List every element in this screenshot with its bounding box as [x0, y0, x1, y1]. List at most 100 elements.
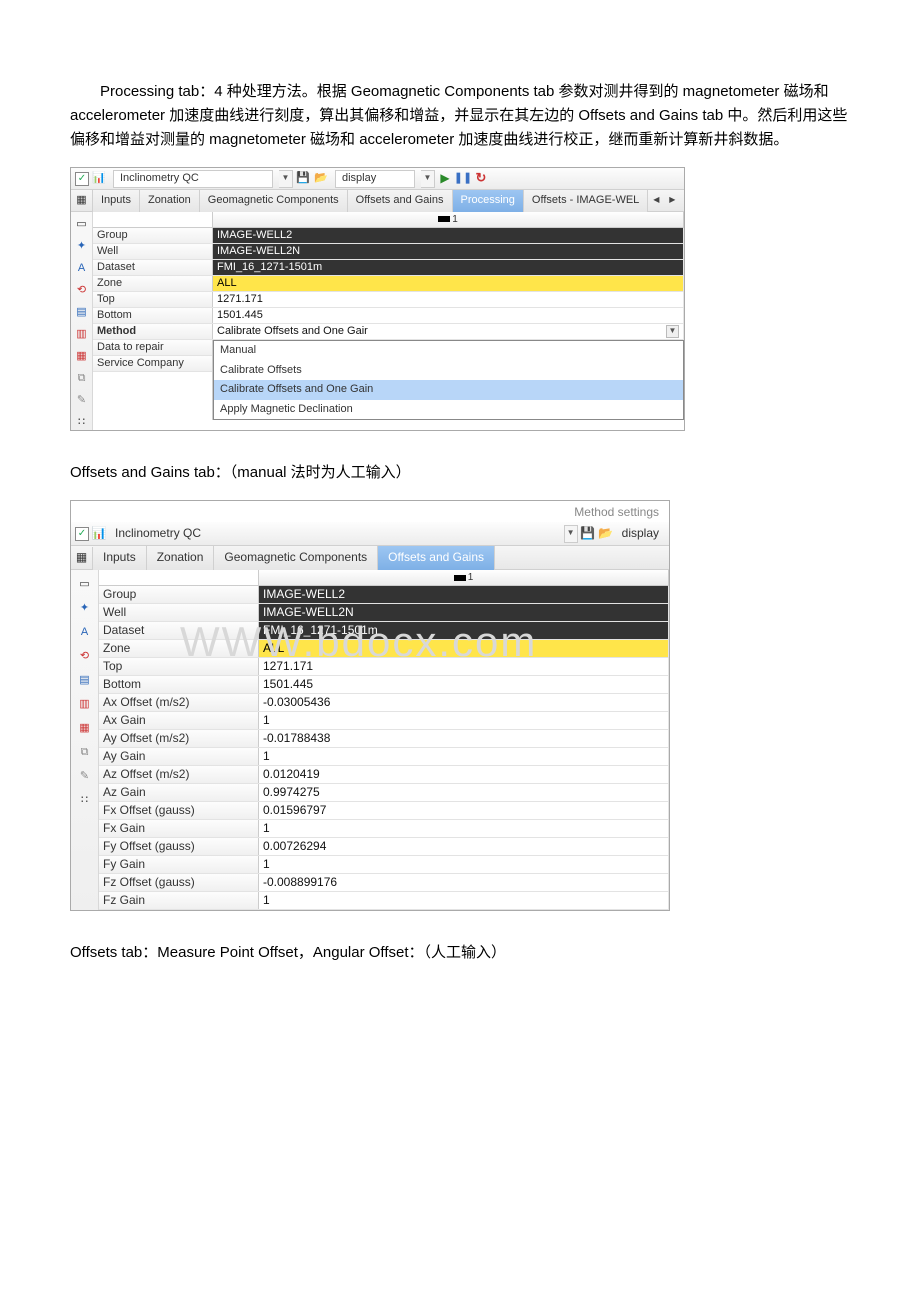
side-icon[interactable]: ▭ — [78, 578, 92, 592]
checkbox-icon[interactable]: ✓ — [75, 172, 89, 186]
row-label: Group — [99, 586, 259, 603]
side-icon[interactable]: ⟲ — [78, 650, 92, 664]
tab-geomagnetic[interactable]: Geomagnetic Components — [200, 190, 348, 212]
tab-offsets-image[interactable]: Offsets - IMAGE-WEL — [524, 190, 648, 212]
row-label: Group — [93, 228, 213, 243]
row-value[interactable]: 0.0120419 — [259, 766, 669, 783]
folder-icon[interactable]: 📂 — [313, 171, 329, 187]
side-icon[interactable]: ▤ — [78, 674, 92, 688]
col-1-header[interactable]: 1 — [259, 570, 669, 585]
row-value[interactable]: 1 — [259, 856, 669, 873]
row-value[interactable]: IMAGE-WELL2 — [213, 228, 684, 243]
scroll-left-icon[interactable]: ◀ — [648, 190, 664, 212]
row-value[interactable]: 1 — [259, 892, 669, 909]
row-value[interactable]: 0.9974275 — [259, 784, 669, 801]
dropdown-icon[interactable]: ▼ — [279, 170, 293, 188]
side-icon[interactable]: ⧉ — [75, 372, 89, 386]
dropdown-item[interactable]: Calibrate Offsets and One Gain — [214, 380, 683, 400]
dropdown-item[interactable]: Apply Magnetic Declination — [214, 400, 683, 420]
table-row: DatasetFMI_16_1271-1501m — [99, 622, 669, 640]
dropdown-item[interactable]: Manual — [214, 341, 683, 361]
save-icon[interactable]: 💾 — [580, 526, 596, 542]
row-value[interactable]: 1 — [259, 712, 669, 729]
row-label: Fy Gain — [99, 856, 259, 873]
row-value[interactable]: -0.008899176 — [259, 874, 669, 891]
grid-table: 1 Group IMAGE-WELL2 Well IMAGE-WELL2N Da… — [93, 212, 684, 430]
chevron-down-icon[interactable]: ▼ — [666, 325, 679, 338]
tab-inputs[interactable]: Inputs — [93, 190, 140, 212]
tab-offsets-gains[interactable]: Offsets and Gains — [378, 546, 495, 570]
side-icon[interactable]: ▭ — [75, 218, 89, 232]
col-1-header[interactable]: 1 — [213, 212, 684, 227]
side-icon[interactable]: ⧉ — [78, 746, 92, 760]
table-row: Fy Offset (gauss)0.00726294 — [99, 838, 669, 856]
method-dropdown[interactable]: Calibrate Offsets and One Gair ▼ — [213, 324, 684, 339]
tab-processing[interactable]: Processing — [453, 190, 524, 212]
tab-geomagnetic[interactable]: Geomagnetic Components — [214, 546, 378, 570]
tab-inputs[interactable]: Inputs — [93, 546, 147, 570]
folder-icon[interactable]: 📂 — [598, 526, 614, 542]
row-value[interactable]: 1 — [259, 748, 669, 765]
column-header: 1 — [93, 212, 684, 228]
row-value[interactable]: 0.00726294 — [259, 838, 669, 855]
side-icon[interactable]: ✦ — [75, 240, 89, 254]
pause-icon[interactable]: ❚❚ — [455, 171, 471, 187]
side-icon[interactable]: ▥ — [78, 698, 92, 712]
table-row: Bottom1501.445 — [99, 676, 669, 694]
dropdown-icon[interactable]: ▼ — [421, 170, 435, 188]
reset-icon[interactable]: ↻ — [473, 171, 489, 187]
side-icon[interactable]: ✎ — [75, 394, 89, 408]
display-box[interactable]: display — [335, 170, 415, 188]
offsets-gains-heading: Offsets and Gains tab：（manual 法时为人工输入） — [70, 461, 850, 485]
side-icon[interactable]: ▥ — [75, 328, 89, 342]
row-value[interactable]: FMI_16_1271-1501m — [213, 260, 684, 275]
row-group: Group IMAGE-WELL2 — [93, 228, 684, 244]
row-value[interactable]: -0.01788438 — [259, 730, 669, 747]
module-title[interactable]: Inclinometry QC — [113, 170, 273, 188]
side-icon[interactable]: ∷ — [78, 794, 92, 808]
row-label: Ax Offset (m/s2) — [99, 694, 259, 711]
row-value[interactable]: ALL — [259, 640, 669, 657]
tab-offsets-gains[interactable]: Offsets and Gains — [348, 190, 453, 212]
side-icon[interactable]: ▦ — [78, 722, 92, 736]
save-icon[interactable]: 💾 — [295, 171, 311, 187]
tab-zonation[interactable]: Zonation — [140, 190, 200, 212]
side-icon[interactable]: ∷ — [75, 416, 89, 430]
row-value[interactable]: 1271.171 — [259, 658, 669, 675]
row-label: Dataset — [93, 260, 213, 275]
row-value[interactable]: ALL — [213, 276, 684, 291]
row-value[interactable]: IMAGE-WELL2N — [213, 244, 684, 259]
tabbar-icon[interactable]: ▦ — [71, 547, 93, 569]
row-value[interactable]: 1501.445 — [259, 676, 669, 693]
row-label: Top — [93, 292, 213, 307]
side-icon[interactable]: ✦ — [78, 602, 92, 616]
main-area: ▭ ✦ A ⟲ ▤ ▥ ▦ ⧉ ✎ ∷ 1 GroupIMAGE-WELL2We… — [71, 570, 669, 910]
tab-zonation[interactable]: Zonation — [147, 546, 215, 570]
row-value[interactable]: IMAGE-WELL2N — [259, 604, 669, 621]
row-value[interactable]: IMAGE-WELL2 — [259, 586, 669, 603]
row-value[interactable]: 0.01596797 — [259, 802, 669, 819]
side-icon[interactable]: A — [78, 626, 92, 640]
row-label: Well — [99, 604, 259, 621]
row-data-to-repair: Data to repair — [93, 340, 212, 356]
side-icon[interactable]: ▤ — [75, 306, 89, 320]
row-value[interactable]: 1501.445 — [213, 308, 684, 323]
play-icon[interactable]: ▶ — [437, 171, 453, 187]
side-icon[interactable]: ▦ — [75, 350, 89, 364]
display-label[interactable]: display — [616, 524, 665, 543]
dropdown-item[interactable]: Calibrate Offsets — [214, 361, 683, 381]
scroll-right-icon[interactable]: ▶ — [664, 190, 680, 212]
row-value[interactable]: -0.03005436 — [259, 694, 669, 711]
module-title-text: Inclinometry QC — [120, 170, 199, 188]
row-value[interactable]: FMI_16_1271-1501m — [259, 622, 669, 639]
side-icon[interactable]: ✎ — [78, 770, 92, 784]
dropdown-icon[interactable]: ▼ — [564, 525, 578, 543]
checkbox-icon[interactable]: ✓ — [75, 527, 89, 541]
row-value[interactable]: 1271.171 — [213, 292, 684, 307]
row-value[interactable]: 1 — [259, 820, 669, 837]
screenshot-processing-tab: ✓ 📊 Inclinometry QC ▼ 💾 📂 display ▼ ▶ ❚❚… — [70, 167, 685, 431]
row-label: Ay Offset (m/s2) — [99, 730, 259, 747]
side-icon[interactable]: ⟲ — [75, 284, 89, 298]
side-icon[interactable]: A — [75, 262, 89, 276]
tabbar-icon[interactable]: ▦ — [71, 190, 93, 212]
